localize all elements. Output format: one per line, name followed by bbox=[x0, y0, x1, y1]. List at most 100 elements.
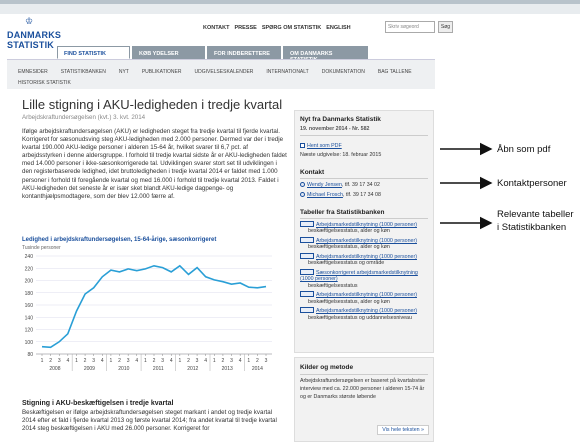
nav-bag-tallene[interactable]: BAG TALLENE bbox=[378, 69, 412, 75]
y-tick-label: 140 bbox=[25, 315, 34, 321]
x-tick-label: 1 bbox=[178, 358, 181, 364]
annotation-pdf: Åbn som pdf bbox=[497, 144, 551, 155]
sub-navigation: EMNESIDER STATISTIKBANKEN NYT PUBLIKATIO… bbox=[7, 59, 435, 89]
table-desc: beskæftigelsesstatus og uddannelsesnivea… bbox=[308, 314, 412, 321]
year-label: 2013 bbox=[222, 366, 233, 372]
x-tick-label: 1 bbox=[75, 358, 78, 364]
table-item[interactable]: Arbejdsmarkedstilknytning (1000 personer… bbox=[300, 252, 428, 267]
contact-row: Michael Frosch, tlf. 39 17 34 08 bbox=[300, 192, 381, 198]
year-label: 2012 bbox=[187, 366, 198, 372]
top-link-english[interactable]: ENGLISH bbox=[326, 25, 350, 31]
y-tick-label: 100 bbox=[25, 340, 34, 346]
x-tick-label: 4 bbox=[101, 358, 104, 364]
nyt-date: 19. november 2014 - Nr. 582 bbox=[300, 126, 370, 132]
year-label: 2010 bbox=[118, 366, 129, 372]
person-icon bbox=[300, 182, 305, 187]
x-tick-label: 4 bbox=[135, 358, 138, 364]
search-button[interactable]: Søg bbox=[438, 21, 453, 33]
pdf-link-row[interactable]: Hent som PDF bbox=[300, 143, 342, 149]
contact-name[interactable]: Michael Frosch bbox=[307, 192, 343, 198]
chart-title: Ledighed i arbejdskraftundersøgelsen, 15… bbox=[22, 237, 217, 243]
x-tick-label: 1 bbox=[144, 358, 147, 364]
table-icon bbox=[300, 268, 314, 275]
table-icon bbox=[300, 307, 314, 314]
top-link-presse[interactable]: PRESSE bbox=[234, 25, 256, 31]
tables-heading: Tabeller fra Statistikbanken bbox=[300, 209, 385, 216]
nav-emnesider[interactable]: EMNESIDER bbox=[18, 69, 48, 75]
sidebar-box-kilder: Kilder og metode Arbejdskraftundersøgels… bbox=[294, 357, 434, 442]
logo-line2: STATISTIK bbox=[7, 40, 54, 50]
x-tick-label: 2 bbox=[118, 358, 121, 364]
contact-name[interactable]: Wendy Jensen bbox=[307, 182, 342, 188]
top-link-spoerg[interactable]: SPØRG OM STATISTIK bbox=[262, 25, 321, 31]
contact-heading: Kontakt bbox=[300, 169, 325, 176]
x-tick-label: 4 bbox=[66, 358, 69, 364]
y-tick-label: 160 bbox=[25, 303, 34, 309]
year-label: 2008 bbox=[49, 366, 60, 372]
x-tick-label: 4 bbox=[239, 358, 242, 364]
divider bbox=[300, 178, 428, 179]
y-tick-label: 200 bbox=[25, 279, 34, 285]
x-tick-label: 4 bbox=[170, 358, 173, 364]
x-tick-label: 2 bbox=[49, 358, 52, 364]
logo-line1: DANMARKS bbox=[7, 30, 62, 40]
table-item[interactable]: Arbejdsmarkedstilknytning (1000 personer… bbox=[300, 307, 428, 321]
table-icon bbox=[300, 236, 314, 243]
page-subtitle: Arbejdskraftundersøgelsen (kvt.) 3. kvt.… bbox=[22, 114, 146, 121]
top-link-kontakt[interactable]: KONTAKT bbox=[203, 25, 229, 31]
table-title[interactable]: Arbejdsmarkedstilknytning (1000 personer… bbox=[316, 238, 417, 244]
x-tick-label: 2 bbox=[256, 358, 259, 364]
annotation-tables-2: i Statistikbanken bbox=[497, 222, 567, 233]
table-item[interactable]: Arbejdsmarkedstilknytning (1000 personer… bbox=[300, 291, 428, 305]
nav-statistikbanken[interactable]: STATISTIKBANKEN bbox=[61, 69, 106, 75]
nav-internationalt[interactable]: INTERNATIONALT bbox=[266, 69, 308, 75]
section-text: Beskæftigelsen er ifølge arbejdskraftund… bbox=[22, 409, 277, 432]
series-line bbox=[41, 264, 267, 349]
sidebar-box-nyt: Nyt fra Danmarks Statistik 19. november … bbox=[294, 110, 434, 353]
table-item[interactable]: Arbejdsmarkedstilknytning (1000 personer… bbox=[300, 236, 428, 251]
person-icon bbox=[300, 192, 305, 197]
table-title[interactable]: Arbejdsmarkedstilknytning (1000 personer… bbox=[316, 308, 417, 314]
nav-row-1: EMNESIDER STATISTIKBANKEN NYT PUBLIKATIO… bbox=[18, 69, 412, 75]
table-title[interactable]: Sæsonkorrigeret arbejdsmarkedstilknytnin… bbox=[300, 270, 418, 282]
tab-koeb-ydelser[interactable]: KØB YDELSER bbox=[132, 46, 205, 59]
divider bbox=[300, 135, 428, 136]
contact-phone: tlf. 39 17 34 08 bbox=[345, 192, 381, 198]
section-heading: Stigning i AKU-beskæftigelsen i tredje k… bbox=[22, 400, 174, 407]
year-label: 2009 bbox=[84, 366, 95, 372]
tab-for-indberettere[interactable]: FOR INDBERETTERE bbox=[207, 46, 281, 59]
tab-find-statistik[interactable]: FIND STATISTIK bbox=[57, 46, 130, 59]
nav-nyt[interactable]: NYT bbox=[119, 69, 129, 75]
y-tick-label: 240 bbox=[25, 254, 34, 260]
tab-om-danmarks-statistik[interactable]: OM DANMARKS STATISTIK bbox=[283, 46, 368, 63]
pdf-icon bbox=[300, 143, 305, 148]
table-desc: beskæftigelsesstatus og område bbox=[308, 260, 385, 267]
top-links: KONTAKT PRESSE SPØRG OM STATISTIK ENGLIS… bbox=[203, 25, 351, 31]
year-label: 2014 bbox=[252, 366, 263, 372]
table-desc: beskæftigelsesstatus, alder og køn bbox=[308, 298, 390, 305]
year-label: 2011 bbox=[153, 366, 164, 372]
y-tick-label: 180 bbox=[25, 291, 34, 297]
table-item[interactable]: Arbejdsmarkedstilknytning (1000 personer… bbox=[300, 221, 428, 235]
nav-udgivelseskalender[interactable]: UDGIVELSESKALENDER bbox=[194, 69, 253, 75]
pdf-link[interactable]: Hent som PDF bbox=[307, 143, 342, 149]
nav-historisk-statistik[interactable]: HISTORISK STATISTIK bbox=[18, 80, 71, 86]
nav-dokumentation[interactable]: DOKUMENTATION bbox=[322, 69, 365, 75]
table-icon bbox=[300, 221, 314, 227]
nav-publikationer[interactable]: PUBLIKATIONER bbox=[142, 69, 182, 75]
annotation-contacts: Kontaktpersoner bbox=[497, 178, 567, 189]
table-title[interactable]: Arbejdsmarkedstilknytning (1000 personer… bbox=[316, 222, 417, 228]
table-item[interactable]: Sæsonkorrigeret arbejdsmarkedstilknytnin… bbox=[300, 268, 428, 289]
x-tick-label: 3 bbox=[58, 358, 61, 364]
unemployment-chart: 801001201401601802002202401 2 3 4 1 2 3 4 1 2 3 4 1 2… bbox=[25, 254, 272, 372]
table-desc: beskæftigelsesstatus bbox=[308, 282, 358, 289]
article-paragraph: Ifølge arbejdskraftundersøgelsen (AKU) e… bbox=[22, 128, 287, 200]
sources-heading: Kilder og metode bbox=[300, 364, 354, 371]
annotation-tables-1: Relevante tabeller bbox=[497, 209, 574, 220]
search-input[interactable]: Skriv søgeord bbox=[385, 21, 435, 33]
read-more-button[interactable]: Vis hele teksten » bbox=[377, 425, 429, 435]
page-title: Lille stigning i AKU-ledigheden i tredje… bbox=[22, 97, 283, 112]
table-title[interactable]: Arbejdsmarkedstilknytning (1000 personer… bbox=[316, 292, 417, 298]
x-tick-label: 2 bbox=[187, 358, 190, 364]
y-tick-label: 80 bbox=[27, 352, 33, 358]
